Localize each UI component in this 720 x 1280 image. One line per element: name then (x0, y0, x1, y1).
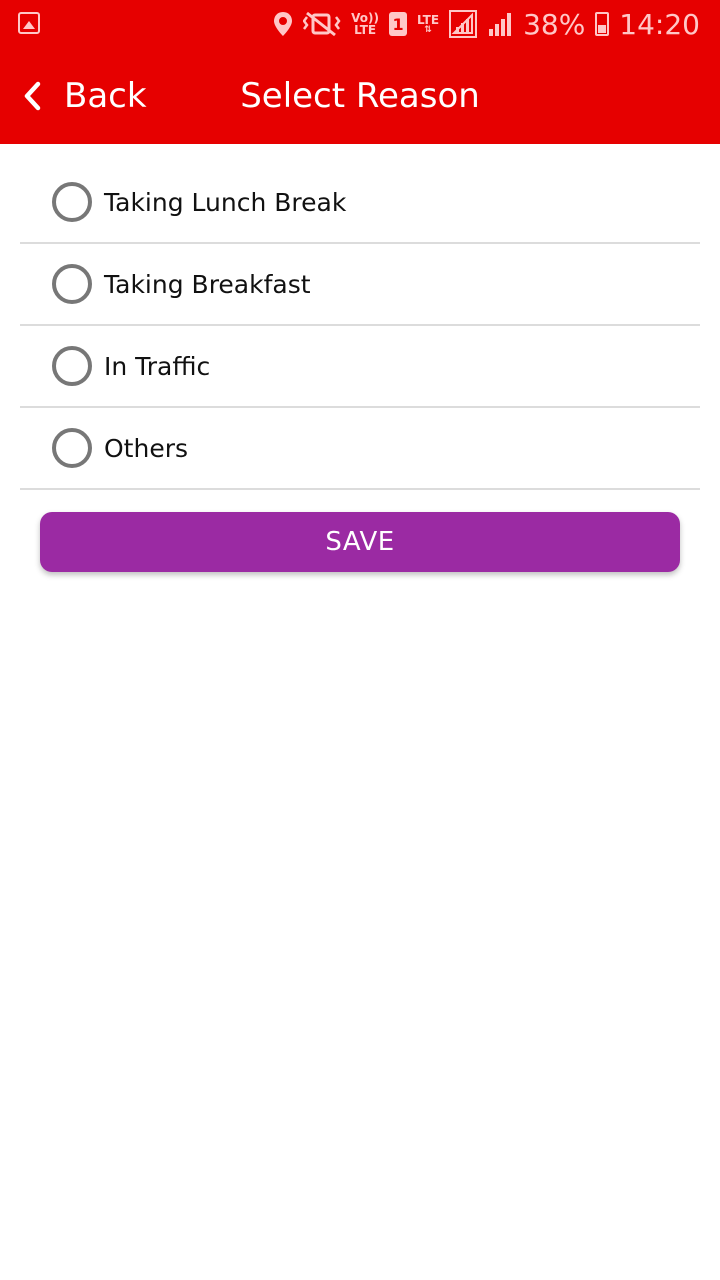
status-icons: Vo)) LTE 1 LTE ⇅ 38% 14:20 (273, 6, 700, 42)
volte-icon: Vo)) LTE (351, 12, 379, 36)
back-label: Back (64, 76, 147, 116)
reason-option[interactable]: Others (20, 408, 700, 490)
radio-button-icon[interactable] (52, 346, 92, 386)
location-icon (273, 11, 293, 37)
battery-percent: 38% (523, 7, 586, 41)
reason-label: Taking Lunch Break (104, 187, 347, 217)
lte-icon: LTE ⇅ (417, 14, 439, 35)
app-header: Vo)) LTE 1 LTE ⇅ 38% 14:20 Select Reason… (0, 0, 720, 144)
reason-option[interactable]: In Traffic (20, 326, 700, 408)
sim-icon: 1 (389, 12, 408, 36)
data-arrows-icon: ⇅ (424, 24, 432, 35)
radio-button-icon[interactable] (52, 428, 92, 468)
reason-list: Taking Lunch Break Taking Breakfast In T… (20, 162, 700, 490)
reason-label: Taking Breakfast (104, 269, 311, 299)
volte-bottom: LTE (354, 23, 377, 37)
back-button[interactable]: Back (22, 72, 147, 120)
lte-label: LTE (417, 12, 440, 27)
battery-icon (595, 12, 610, 36)
reason-label: In Traffic (104, 351, 211, 381)
signal-2-icon (487, 11, 513, 37)
chevron-left-icon (22, 81, 42, 111)
toolbar: Select Reason Back (0, 48, 720, 144)
signal-1-icon (449, 10, 478, 38)
reason-option[interactable]: Taking Breakfast (20, 244, 700, 326)
reason-label: Others (104, 433, 189, 463)
clock: 14:20 (619, 7, 700, 41)
gallery-icon (18, 12, 40, 34)
save-button[interactable]: SAVE (40, 512, 680, 572)
radio-button-icon[interactable] (52, 264, 92, 304)
radio-button-icon[interactable] (52, 182, 92, 222)
reason-option[interactable]: Taking Lunch Break (20, 162, 700, 244)
vibrate-mute-icon (303, 11, 341, 37)
status-bar: Vo)) LTE 1 LTE ⇅ 38% 14:20 (0, 0, 720, 48)
